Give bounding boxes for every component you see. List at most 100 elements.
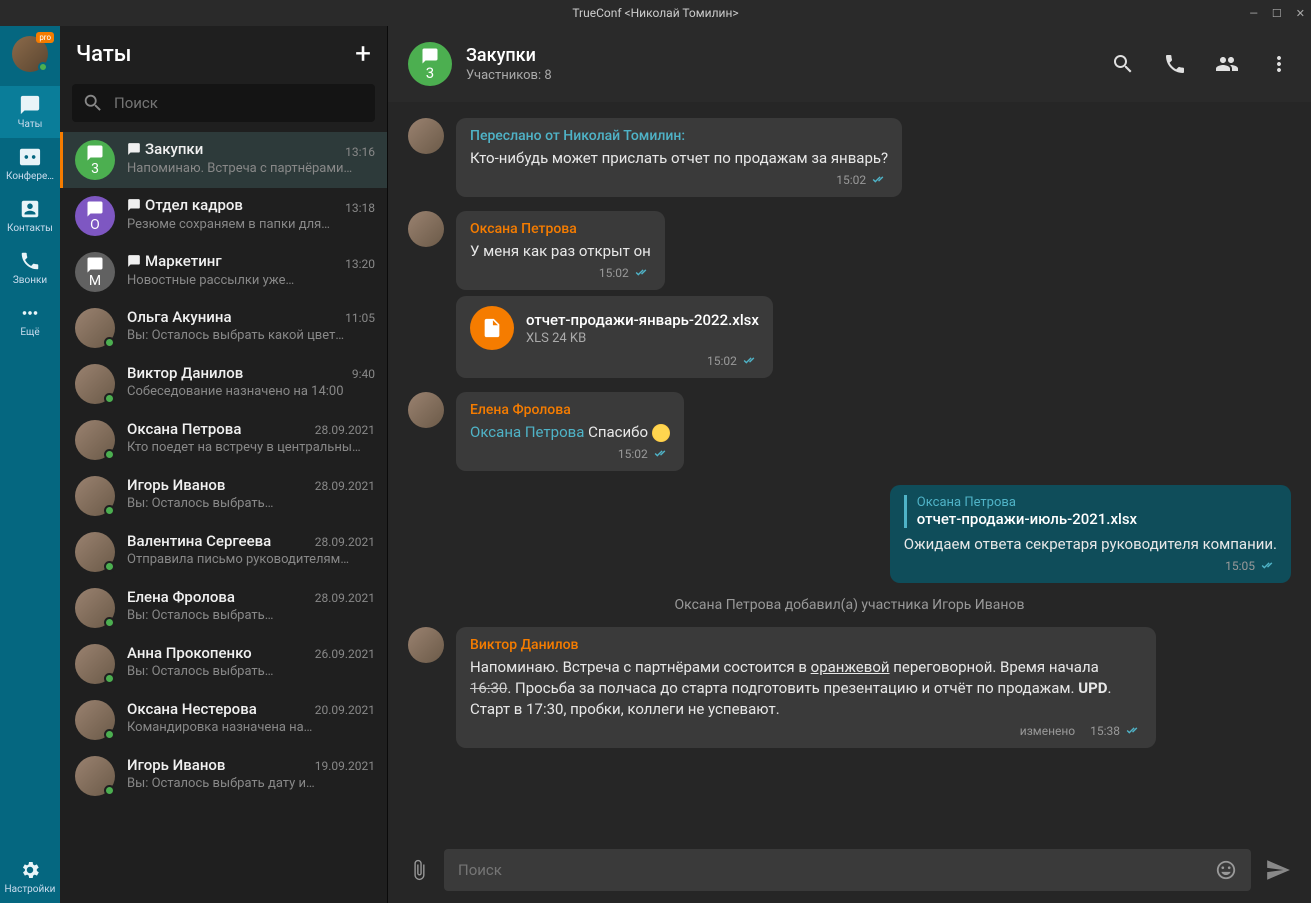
sender-avatar[interactable] (408, 392, 444, 428)
chat-list-item[interactable]: Игорь Иванов28.09.2021Вы: Осталось выбра… (60, 468, 387, 524)
maximize-button[interactable]: ☐ (1272, 7, 1282, 20)
nav-rail: pro Чаты Конфере… Контакты Звонки Ещё На… (0, 26, 60, 903)
window-controls: — ☐ ✕ (1249, 7, 1305, 20)
read-icon (743, 355, 759, 367)
chat-list-item[interactable]: Игорь Иванов19.09.2021Вы: Осталось выбра… (60, 748, 387, 804)
pro-badge: pro (36, 32, 54, 43)
new-chat-button[interactable]: + (355, 40, 371, 68)
chat-list-item[interactable]: ООтдел кадров13:18Резюме сохраняем в пап… (60, 188, 387, 244)
chat-item-name: Виктор Данилов (127, 364, 243, 382)
reply-quote[interactable]: Оксана Петрова отчет-продажи-июль-2021.x… (904, 495, 1277, 528)
chat-item-name: Валентина Сергеева (127, 532, 271, 550)
message-time: 15:02 (836, 173, 866, 187)
chat-list-item[interactable]: ММаркетинг13:20Новостные рассылки уже… (60, 244, 387, 300)
chat-item-avatar (75, 364, 115, 404)
chat-title: Закупки (466, 45, 1111, 66)
chat-item-preview: Напоминаю. Встреча с партнёрами… (127, 161, 375, 176)
chat-item-name: Елена Фролова (127, 588, 235, 606)
menu-icon[interactable] (1267, 52, 1291, 76)
message-file[interactable]: отчет-продажи-январь-2022.xlsx XLS 24 KB… (408, 296, 1291, 378)
chat-item-time: 20.09.2021 (315, 703, 375, 717)
call-icon[interactable] (1163, 52, 1187, 76)
search-box[interactable] (72, 84, 375, 122)
read-icon (872, 174, 888, 186)
chat-item-time: 26.09.2021 (315, 647, 375, 661)
message[interactable]: Переслано от Николай Томилин: Кто-нибудь… (408, 118, 1291, 197)
smile-emoji (652, 424, 670, 442)
system-message: Оксана Петрова добавил(а) участника Игор… (408, 597, 1291, 613)
contacts-icon (19, 198, 41, 220)
sender-avatar[interactable] (408, 118, 444, 154)
sender-avatar[interactable] (408, 211, 444, 247)
chat-list-item[interactable]: Ольга Акунина11:05Вы: Осталось выбрать к… (60, 300, 387, 356)
message-input[interactable] (458, 861, 1215, 879)
chat-item-avatar (75, 588, 115, 628)
chat-item-avatar (75, 532, 115, 572)
chat-item-name: Оксана Петрова (127, 420, 241, 438)
nav-more[interactable]: Ещё (0, 294, 60, 346)
messages-area: Переслано от Николай Томилин: Кто-нибудь… (388, 102, 1311, 837)
chat-item-preview: Вы: Осталось выбрать… (127, 664, 375, 679)
send-icon[interactable] (1265, 857, 1291, 883)
nav-chats[interactable]: Чаты (0, 86, 60, 138)
composer (388, 837, 1311, 903)
conference-icon (19, 146, 41, 168)
chat-main: 3 Закупки Участников: 8 Переслано от Ник… (388, 26, 1311, 903)
more-icon (19, 302, 41, 324)
attach-icon[interactable] (408, 859, 430, 881)
message-time: 15:38 (1090, 724, 1120, 738)
chat-item-time: 13:18 (345, 201, 375, 215)
group-icon (421, 47, 439, 65)
chat-list-item[interactable]: Виктор Данилов9:40Собеседование назначен… (60, 356, 387, 412)
message-text: Ожидаем ответа секретаря руководителя ко… (904, 534, 1277, 555)
file-name: отчет-продажи-январь-2022.xlsx (526, 311, 759, 329)
minimize-button[interactable]: — (1249, 7, 1258, 20)
chat-item-preview: Отправила письмо руководителям… (127, 552, 375, 567)
chat-item-name: Игорь Иванов (127, 476, 225, 494)
edited-label: изменено (1020, 724, 1075, 738)
chat-list-item[interactable]: Анна Прокопенко26.09.2021Вы: Осталось вы… (60, 636, 387, 692)
search-chat-icon[interactable] (1111, 52, 1135, 76)
chat-item-time: 9:40 (352, 367, 375, 381)
nav-conferences[interactable]: Конфере… (0, 138, 60, 190)
chat-list: 3Закупки13:16Напоминаю. Встреча с партнё… (60, 132, 387, 903)
chat-list-item[interactable]: Оксана Петрова28.09.2021Кто поедет на вс… (60, 412, 387, 468)
chat-item-preview: Новостные рассылки уже… (127, 273, 375, 288)
chat-list-item[interactable]: Елена Фролова28.09.2021Вы: Осталось выбр… (60, 580, 387, 636)
chat-item-avatar (75, 476, 115, 516)
emoji-icon[interactable] (1215, 859, 1237, 881)
gear-icon (19, 859, 41, 881)
message-time: 15:02 (707, 354, 737, 368)
mention[interactable]: Оксана Петрова (470, 423, 584, 441)
chat-item-name: Закупки (127, 140, 203, 158)
chat-item-preview: Командировка назначена на… (127, 720, 375, 735)
window-title: TrueConf <Николай Томилин> (572, 6, 738, 20)
search-input[interactable] (114, 94, 365, 112)
chat-list-item[interactable]: Валентина Сергеева28.09.2021Отправила пи… (60, 524, 387, 580)
chat-item-time: 13:20 (345, 257, 375, 271)
members-icon[interactable] (1215, 52, 1239, 76)
sender-avatar[interactable] (408, 627, 444, 663)
chat-list-item[interactable]: 3Закупки13:16Напоминаю. Встреча с партнё… (60, 132, 387, 188)
close-button[interactable]: ✕ (1296, 7, 1305, 20)
message[interactable]: Виктор Данилов Напоминаю. Встреча с парт… (408, 627, 1291, 748)
nav-contacts[interactable]: Контакты (0, 190, 60, 242)
message[interactable]: Оксана Петрова У меня как раз открыт он … (408, 211, 1291, 290)
chat-item-preview: Вы: Осталось выбрать дату и… (127, 776, 375, 791)
chat-item-avatar (75, 700, 115, 740)
file-icon[interactable] (470, 306, 514, 350)
chat-list-item[interactable]: Оксана Нестерова20.09.2021Командировка н… (60, 692, 387, 748)
read-icon (1261, 560, 1277, 572)
nav-calls[interactable]: Звонки (0, 242, 60, 294)
chat-item-avatar (75, 756, 115, 796)
my-avatar[interactable]: pro (12, 36, 48, 72)
my-message[interactable]: Оксана Петрова отчет-продажи-июль-2021.x… (408, 485, 1291, 583)
chat-item-name: Отдел кадров (127, 196, 243, 214)
chat-avatar[interactable]: 3 (408, 42, 452, 86)
message[interactable]: Елена Фролова Оксана Петрова Спасибо 15:… (408, 392, 1291, 471)
chat-icon (19, 94, 41, 116)
nav-settings[interactable]: Настройки (0, 851, 60, 903)
chat-item-time: 28.09.2021 (315, 423, 375, 437)
message-time: 15:02 (618, 447, 648, 461)
panel-title: Чаты (76, 42, 132, 67)
